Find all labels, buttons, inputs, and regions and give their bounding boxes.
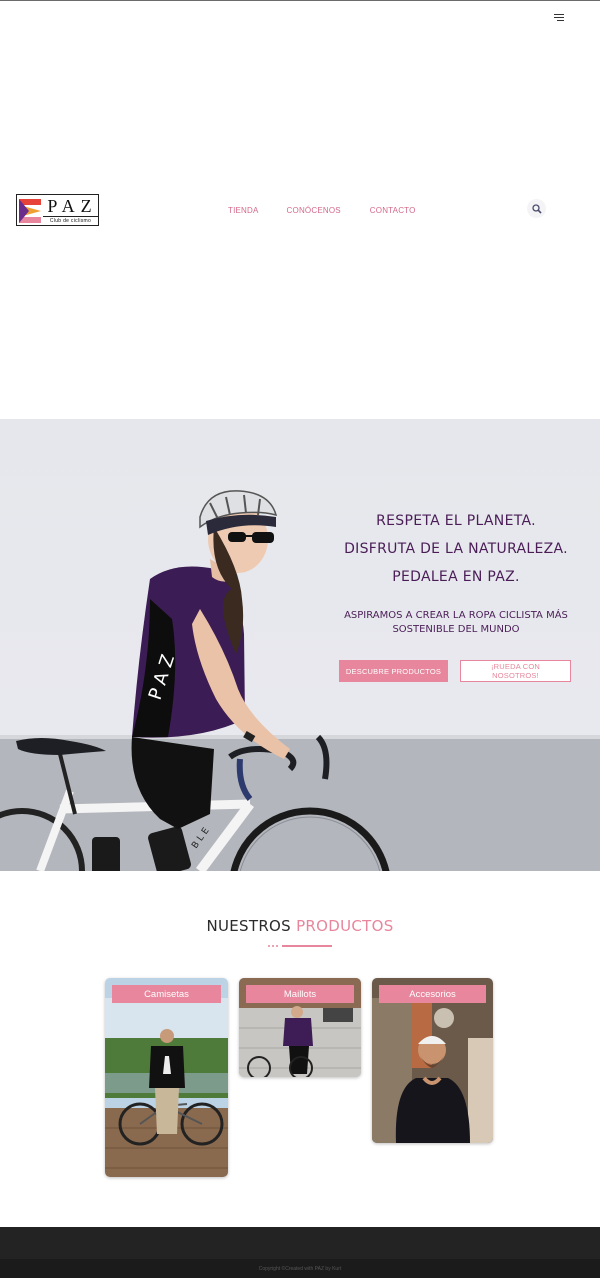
nav-item-conocenos[interactable]: CONÓCENOS: [287, 206, 341, 215]
search-icon: [531, 203, 542, 214]
hero-headline-line: RESPETA EL PLANETA.: [376, 513, 536, 529]
nav-item-contacto[interactable]: CONTACTO: [370, 206, 416, 215]
hero-banner: PAZ BLE RESPETA EL PLANETA. DISFRUTA DE …: [0, 419, 600, 871]
hero-headline-line: DISFRUTA DE LA NATURALEZA.: [344, 541, 568, 557]
hamburger-icon: [554, 13, 564, 15]
site-logo[interactable]: PAZ Club de ciclismo: [16, 194, 99, 226]
product-card-maillots[interactable]: Maillots: [239, 978, 361, 1077]
products-title-part1: NUESTROS: [206, 917, 291, 935]
title-divider: [268, 945, 332, 948]
hero-headline: RESPETA EL PLANETA. DISFRUTA DE LA NATUR…: [330, 507, 582, 591]
hero-subtitle: ASPIRAMOS A CREAR LA ROPA CICLISTA MÁS S…: [344, 610, 568, 635]
search-button[interactable]: [527, 199, 546, 218]
main-nav: TIENDA CONÓCENOS CONTACTO: [228, 206, 416, 215]
footer-copyright: Copyright ©Created with PAZ by Kurt: [0, 1259, 600, 1278]
products-title-part2: PRODUCTOS: [296, 917, 394, 935]
logo-subtitle: Club de ciclismo: [43, 216, 98, 225]
discover-products-button[interactable]: DESCUBRE PRODUCTOS: [339, 660, 448, 682]
ride-with-us-button[interactable]: ¡RUEDA CON NOSOTROS!: [460, 660, 571, 682]
logo-word: PAZ: [47, 196, 98, 216]
menu-toggle-button[interactable]: [549, 9, 569, 25]
camisetas-photo: [105, 978, 228, 1177]
product-card-accesorios[interactable]: Accesorios: [372, 978, 493, 1143]
cyclist-photo: PAZ BLE: [0, 490, 600, 871]
nav-item-tienda[interactable]: TIENDA: [228, 206, 259, 215]
product-card-camisetas[interactable]: Camisetas: [105, 978, 228, 1177]
products-section-title: NUESTROS PRODUCTOS: [0, 917, 600, 935]
product-label-accesorios: Accesorios: [379, 985, 486, 1003]
hero-headline-line: PEDALEA EN PAZ.: [392, 569, 520, 585]
logo-stripes-icon: [17, 195, 43, 225]
product-label-maillots: Maillots: [246, 985, 354, 1003]
product-label-camisetas: Camisetas: [112, 985, 221, 1003]
site-footer: Copyright ©Created with PAZ by Kurt: [0, 1227, 600, 1278]
